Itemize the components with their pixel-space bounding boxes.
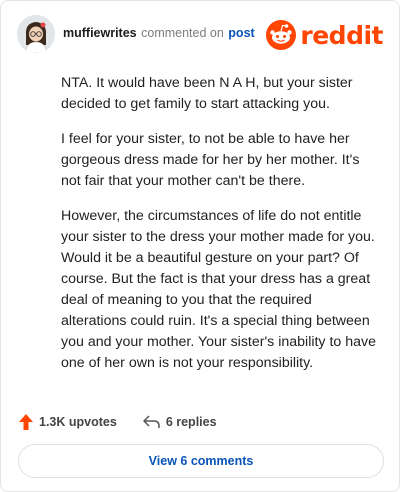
byline: muffiewrites commented on post — [63, 26, 255, 40]
comment-body: NTA. It would have been N A H, but your … — [61, 73, 381, 388]
comment-paragraph: I feel for your sister, to not be able t… — [61, 131, 360, 189]
upvote-arrow-icon — [19, 414, 33, 430]
reddit-wordmark: reddit — [300, 20, 383, 50]
view-comments-button[interactable]: View 6 comments — [18, 444, 384, 478]
reply-icon — [143, 415, 160, 428]
action-text: commented on — [141, 26, 224, 40]
reddit-logo[interactable]: reddit — [266, 19, 383, 51]
comment-footer: 1.3K upvotes 6 replies — [19, 411, 243, 433]
reddit-snoo-icon — [266, 20, 297, 50]
comment-header: muffiewrites commented on post reddit — [17, 15, 383, 55]
post-link[interactable]: post — [228, 26, 254, 40]
username-link[interactable]: muffiewrites — [63, 26, 137, 40]
reply-count: 6 replies — [165, 415, 217, 429]
comment-card: muffiewrites commented on post reddit NT… — [0, 0, 400, 492]
avatar-icon[interactable] — [17, 15, 55, 53]
replies-button[interactable]: 6 replies — [143, 415, 217, 429]
comment-paragraph: However, the circumstances of life do no… — [61, 208, 377, 371]
upvote-count: 1.3K upvotes — [39, 415, 117, 429]
comment-paragraph: NTA. It would have been N A H, but your … — [61, 75, 353, 112]
upvote-button[interactable]: 1.3K upvotes — [19, 414, 117, 430]
